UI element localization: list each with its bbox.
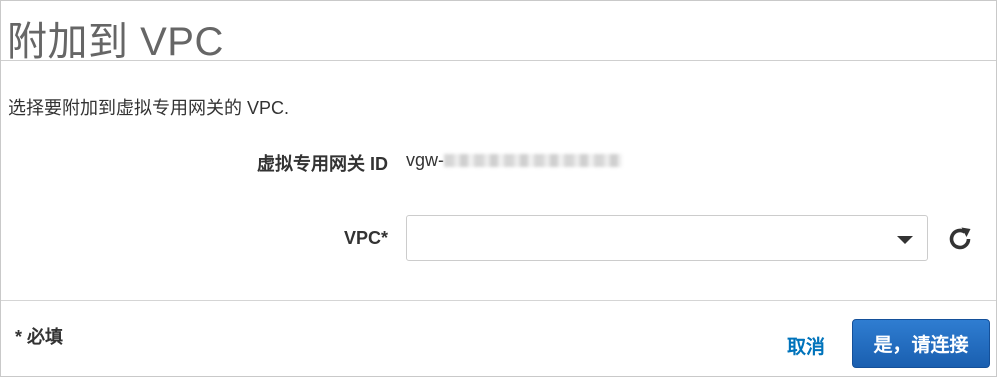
gateway-id-value: vgw- bbox=[406, 150, 623, 171]
required-note: * 必填 bbox=[15, 327, 64, 347]
confirm-attach-button[interactable]: 是，请连接 bbox=[852, 319, 990, 368]
chevron-down-icon bbox=[897, 236, 913, 244]
gateway-id-prefix: vgw- bbox=[406, 150, 445, 170]
attach-vpc-dialog: 附加到 VPC 选择要附加到虚拟专用网关的 VPC. 虚拟专用网关 ID vgw… bbox=[0, 0, 997, 377]
dialog-description: 选择要附加到虚拟专用网关的 VPC. bbox=[8, 98, 290, 118]
vpc-select[interactable] bbox=[406, 215, 928, 261]
refresh-icon[interactable] bbox=[946, 225, 974, 253]
footer-divider bbox=[1, 300, 996, 301]
dialog-title: 附加到 VPC bbox=[7, 20, 224, 64]
title-divider bbox=[1, 60, 996, 61]
gateway-id-label: 虚拟专用网关 ID bbox=[256, 154, 388, 174]
redacted-gateway-id bbox=[444, 154, 623, 167]
cancel-button[interactable]: 取消 bbox=[787, 332, 825, 359]
refresh-icon-svg bbox=[949, 227, 971, 250]
vpc-label: VPC* bbox=[343, 228, 388, 248]
